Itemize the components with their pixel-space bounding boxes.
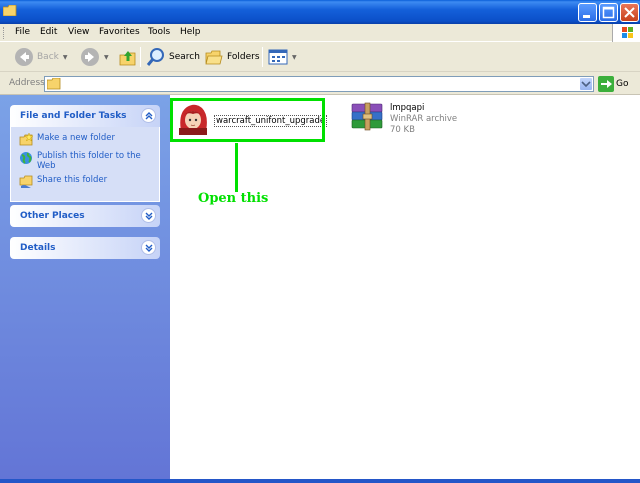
standard-toolbar: Back ▼ ▼ Search Folders ▼ [0, 42, 640, 72]
menu-view[interactable]: View [68, 27, 89, 37]
windows-flag-icon [622, 27, 633, 38]
other-places-panel: Other Places [10, 205, 160, 227]
address-label: Address [9, 78, 45, 88]
views-button[interactable]: ▼ [268, 47, 297, 67]
chevron-up-icon [145, 112, 153, 120]
file-list-view[interactable] [170, 95, 640, 479]
taskbar-edge [0, 479, 640, 483]
chevron-down-icon [581, 81, 591, 88]
address-dropdown-button[interactable] [579, 77, 593, 91]
close-icon [624, 7, 635, 18]
maximize-button[interactable] [599, 3, 618, 22]
up-folder-button[interactable] [118, 47, 138, 67]
close-button[interactable] [620, 3, 639, 22]
minimize-icon [583, 15, 590, 18]
go-label[interactable]: Go [616, 79, 628, 89]
share-folder-icon [19, 175, 33, 188]
search-button[interactable]: Search [146, 47, 200, 67]
search-label: Search [169, 52, 200, 62]
search-icon [146, 48, 164, 66]
file-size: 70 KB [390, 125, 415, 135]
menu-tools[interactable]: Tools [148, 27, 170, 37]
task-label: Publish this folder to the Web [37, 151, 141, 171]
task-label: Make a new folder [37, 133, 115, 143]
folder-icon [3, 5, 17, 16]
panel-title: Other Places [20, 211, 85, 221]
chevron-down-icon[interactable]: ▼ [63, 54, 68, 61]
menu-edit[interactable]: Edit [40, 27, 57, 37]
annotation-pointer-line [235, 143, 238, 192]
file-folder-tasks-body: Make a new folder Publish this folder to… [10, 127, 160, 202]
chevron-down-icon [145, 212, 153, 220]
back-button[interactable]: Back ▼ [14, 47, 67, 67]
panel-title: File and Folder Tasks [20, 111, 127, 121]
menu-bar: File Edit View Favorites Tools Help [0, 24, 640, 42]
back-label: Back [37, 52, 59, 62]
menu-grip [3, 27, 6, 39]
windows-logo [612, 24, 640, 42]
task-pane: File and Folder Tasks Make a new folder … [0, 95, 170, 479]
folders-icon [205, 50, 223, 65]
chevron-down-icon [145, 244, 153, 252]
menu-help[interactable]: Help [180, 27, 201, 37]
address-bar: Address Go [0, 73, 640, 95]
chevron-down-icon[interactable]: ▼ [104, 54, 109, 61]
file-type: WinRAR archive [390, 114, 458, 124]
folders-label: Folders [227, 52, 260, 62]
address-input[interactable] [44, 76, 594, 92]
go-button[interactable] [598, 76, 614, 92]
expand-button[interactable] [141, 240, 156, 255]
menu-file[interactable]: File [15, 27, 30, 37]
details-panel: Details [10, 237, 160, 259]
annotation-label: Open this [198, 191, 269, 206]
views-icon [268, 49, 288, 65]
globe-icon [20, 152, 32, 164]
new-folder-icon [19, 133, 33, 146]
expand-button[interactable] [141, 208, 156, 223]
file-item-lmpqapi[interactable] [350, 102, 386, 135]
details-header[interactable]: Details [10, 237, 160, 259]
menu-favorites[interactable]: Favorites [99, 27, 140, 37]
forward-arrow-icon [81, 48, 99, 66]
toolbar-separator [140, 47, 141, 67]
task-make-new-folder[interactable]: Make a new folder [19, 133, 153, 147]
task-publish-folder[interactable]: Publish this folder to the Web [19, 151, 153, 171]
toolbar-separator [262, 47, 263, 67]
chevron-down-icon[interactable]: ▼ [292, 54, 297, 61]
forward-button[interactable]: ▼ [80, 47, 109, 67]
file-name[interactable]: lmpqapi [390, 103, 424, 113]
back-arrow-icon [15, 48, 33, 66]
task-share-folder[interactable]: Share this folder [19, 175, 153, 189]
folder-icon [47, 78, 61, 90]
winrar-archive-icon [351, 102, 383, 131]
panel-title: Details [20, 243, 56, 253]
other-places-header[interactable]: Other Places [10, 205, 160, 227]
up-folder-icon [119, 51, 136, 66]
task-label: Share this folder [37, 175, 108, 185]
title-bar[interactable] [0, 0, 640, 24]
collapse-button[interactable] [141, 108, 156, 123]
file-folder-tasks-panel: File and Folder Tasks Make a new folder … [10, 105, 160, 202]
folders-button[interactable]: Folders [204, 47, 260, 67]
go-arrow-icon [601, 80, 612, 88]
annotation-highlight-box [170, 98, 325, 142]
file-folder-tasks-header[interactable]: File and Folder Tasks [10, 105, 160, 127]
minimize-button[interactable] [578, 3, 597, 22]
maximize-icon [602, 6, 615, 19]
